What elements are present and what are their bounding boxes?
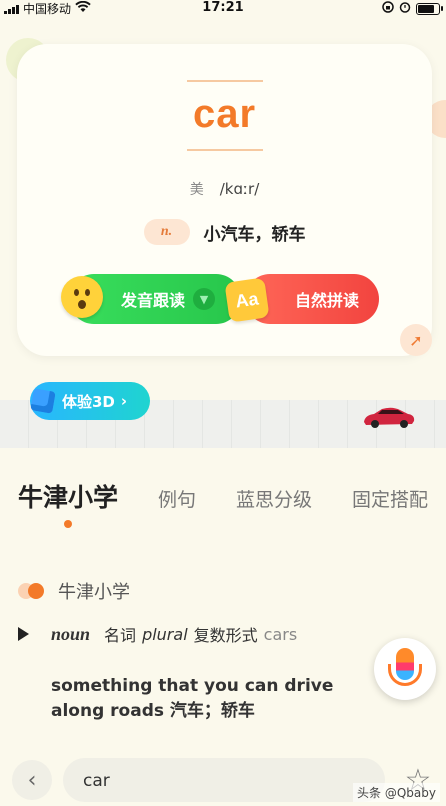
watermark: 头条 @Qbaby	[353, 783, 440, 802]
pos-en: noun	[51, 623, 91, 644]
search-input[interactable]	[81, 758, 365, 804]
phonics-label: 自然拼读	[294, 291, 359, 310]
section-dots-icon	[18, 583, 46, 599]
section-title-text: 牛津小学	[58, 582, 130, 603]
plural-label: plural	[142, 624, 188, 644]
pos-badge: n.	[143, 219, 190, 245]
region-label: 美	[189, 182, 204, 198]
phonetic-text: /kɑːr/	[219, 180, 260, 198]
pronunciation[interactable]: 美/kɑːr/	[17, 179, 432, 199]
chevron-right-icon: ›	[120, 392, 128, 410]
definition-row: n. 小汽车，轿车	[17, 219, 432, 245]
try-3d-label: 体验3D	[62, 392, 115, 411]
microphone-button[interactable]	[374, 638, 436, 700]
meaning-text: 小汽车，轿车	[203, 224, 306, 245]
tab-collocations[interactable]: 固定搭配	[352, 485, 428, 512]
detail-panel: 牛津小学 例句 蓝思分级 固定搭配 牛津小学 noun 名词 plural 复数…	[0, 448, 446, 806]
tab-oxford-primary[interactable]: 牛津小学	[18, 478, 118, 528]
phonics-icon: Aa	[224, 277, 270, 323]
tab-examples[interactable]: 例句	[158, 485, 196, 512]
tab-bar: 牛津小学 例句 蓝思分级 固定搭配	[18, 478, 446, 528]
follow-read-label: 发音跟读	[120, 291, 185, 310]
status-bar: 中国移动 17:21	[0, 0, 446, 16]
pos-cn: 名词	[104, 626, 137, 645]
chevron-left-icon: ‹	[27, 767, 37, 793]
alarm-icon	[399, 1, 411, 16]
divider	[186, 149, 263, 151]
divider	[186, 80, 263, 82]
try-3d-button[interactable]: 体验3D ›	[30, 382, 150, 420]
play-icon[interactable]	[18, 627, 29, 641]
back-button[interactable]: ‹	[12, 760, 52, 800]
search-bar[interactable]	[63, 758, 385, 804]
car-3d-icon[interactable]	[362, 404, 416, 430]
plural-cn: 复数形式	[193, 626, 258, 645]
definition-text: something that you can drive along roads…	[51, 676, 334, 721]
status-time: 17:21	[202, 0, 244, 15]
chevron-down-icon[interactable]: ▼	[193, 288, 215, 310]
share-icon[interactable]: ➚	[400, 324, 432, 356]
emoji-face-icon	[61, 276, 103, 318]
orientation-lock-icon	[382, 1, 394, 16]
battery-icon	[416, 2, 443, 15]
cube-icon	[30, 388, 56, 414]
pos-row: noun 名词 plural 复数形式 cars	[18, 622, 297, 646]
headword: car	[192, 92, 257, 136]
word-card: car 美/kɑːr/ n. 小汽车，轿车 发音跟读 ▼ 自然拼读 Aa ➚	[17, 44, 432, 356]
plural-form: cars	[263, 624, 298, 644]
tab-lexile[interactable]: 蓝思分级	[236, 485, 312, 512]
section-title: 牛津小学	[18, 578, 130, 604]
